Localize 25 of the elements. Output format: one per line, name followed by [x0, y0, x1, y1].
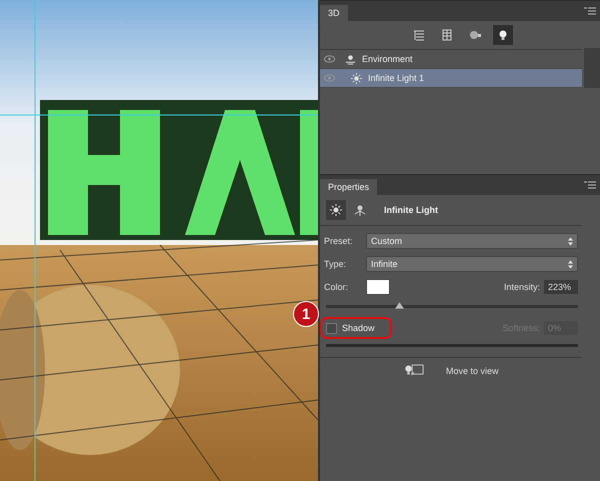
intensity-label: Intensity: — [504, 282, 540, 292]
type-label: Type: — [324, 259, 348, 269]
panel-menu-icon[interactable] — [584, 181, 596, 189]
stepper-arrows-icon — [568, 260, 573, 268]
light-bulb-icon[interactable] — [493, 25, 513, 45]
light-to-screen-icon[interactable] — [404, 364, 424, 377]
move-to-view-label[interactable]: Move to view — [446, 366, 499, 376]
shadow-label[interactable]: Shadow — [342, 323, 375, 333]
sun-icon[interactable] — [326, 200, 346, 220]
sun-icon — [351, 72, 362, 84]
checkbox[interactable] — [326, 322, 337, 334]
properties-title: Infinite Light — [384, 205, 438, 215]
panel-tab[interactable]: 3D — [320, 5, 348, 21]
intensity-field[interactable]: 223% — [544, 280, 578, 294]
panel-tab[interactable]: Properties — [320, 179, 378, 195]
stepper-arrows-icon — [568, 236, 573, 246]
type-dropdown[interactable]: Infinite — [366, 256, 578, 272]
panel-menu-icon[interactable] — [584, 7, 596, 15]
slider-thumb[interactable] — [395, 302, 404, 309]
layer-row[interactable]: Infinite Light 1 — [320, 69, 582, 88]
color-label: Color: — [324, 282, 350, 292]
eye-icon[interactable] — [324, 55, 335, 63]
color-swatch[interactable] — [366, 279, 390, 295]
preset-label: Preset: — [324, 236, 354, 246]
preset-dropdown[interactable]: Custom — [366, 233, 578, 249]
